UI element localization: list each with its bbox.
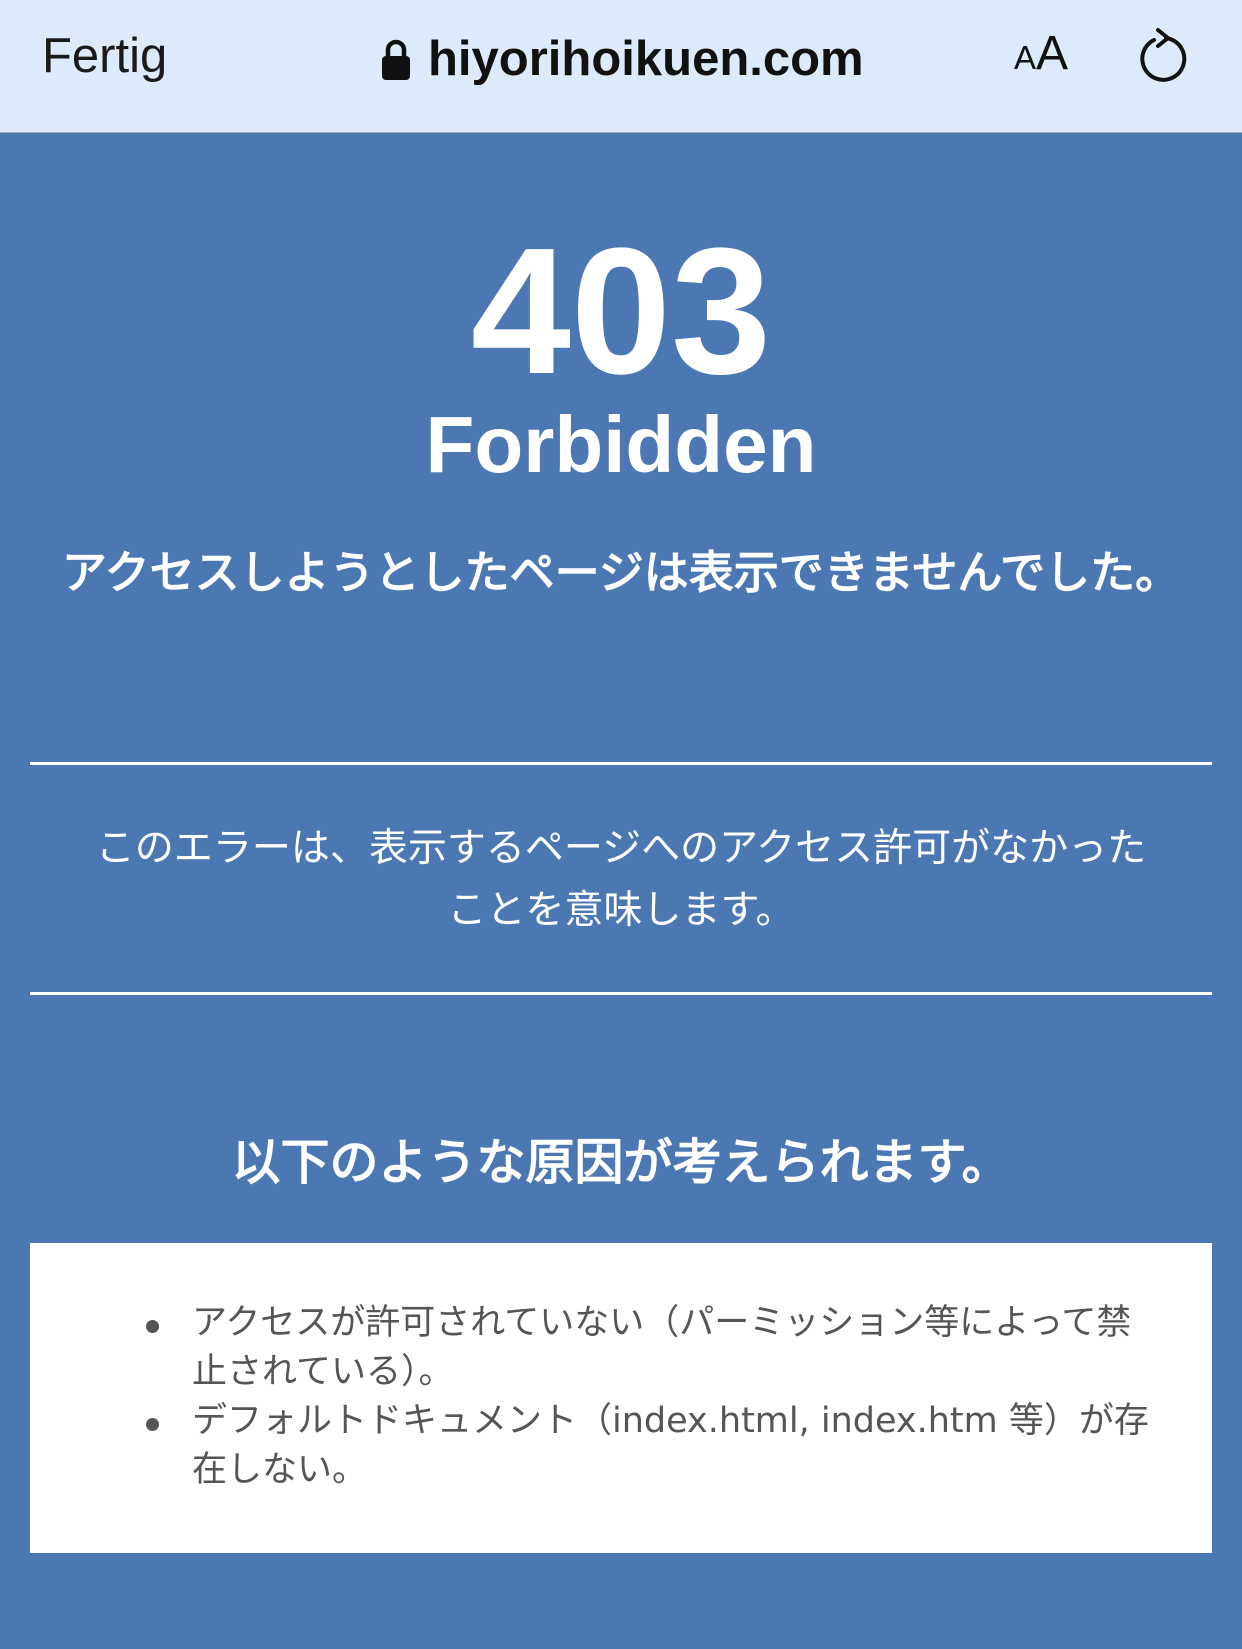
- bullet-icon: [146, 1418, 159, 1431]
- error-description: このエラーは、表示するページへのアクセス許可がなかったことを意味します。: [95, 826, 1147, 933]
- divider-bottom: [30, 992, 1212, 995]
- divider-top: [30, 762, 1212, 765]
- done-button[interactable]: Fertig: [42, 28, 167, 84]
- text-size-button[interactable]: A A: [1014, 26, 1068, 81]
- lock-icon: [382, 39, 410, 80]
- text-size-small-glyph: A: [1014, 39, 1037, 76]
- browser-toolbar: Fertig hiyorihoikuen.com A A: [0, 0, 1242, 133]
- url-text: hiyorihoikuen.com: [428, 32, 864, 86]
- causes-list: アクセスが許可されていない（パーミッション等によって禁止されている）。 デフォル…: [110, 1299, 1160, 1495]
- causes-box: アクセスが許可されていない（パーミッション等によって禁止されている）。 デフォル…: [30, 1243, 1212, 1553]
- bullet-icon: [146, 1320, 159, 1333]
- list-item: アクセスが許可されていない（パーミッション等によって禁止されている）。: [110, 1299, 1160, 1397]
- text-size-big-glyph: A: [1036, 27, 1069, 80]
- causes-heading: 以下のような原因が考えられます。: [231, 1134, 1011, 1191]
- list-item: デフォルトドキュメント（index.html, index.htm 等）が存在し…: [110, 1397, 1160, 1495]
- address-bar[interactable]: hiyorihoikuen.com: [380, 24, 864, 94]
- error-code: 403: [470, 211, 772, 412]
- error-lead-text: アクセスしようとしたページは表示できませんでした。: [61, 546, 1181, 599]
- cause-text: デフォルトドキュメント（index.html, index.htm 等）が存在し…: [192, 1401, 1149, 1490]
- reload-icon[interactable]: [1136, 28, 1188, 84]
- error-status: Forbidden: [425, 400, 817, 489]
- cause-text: アクセスが許可されていない（パーミッション等によって禁止されている）。: [192, 1303, 1132, 1392]
